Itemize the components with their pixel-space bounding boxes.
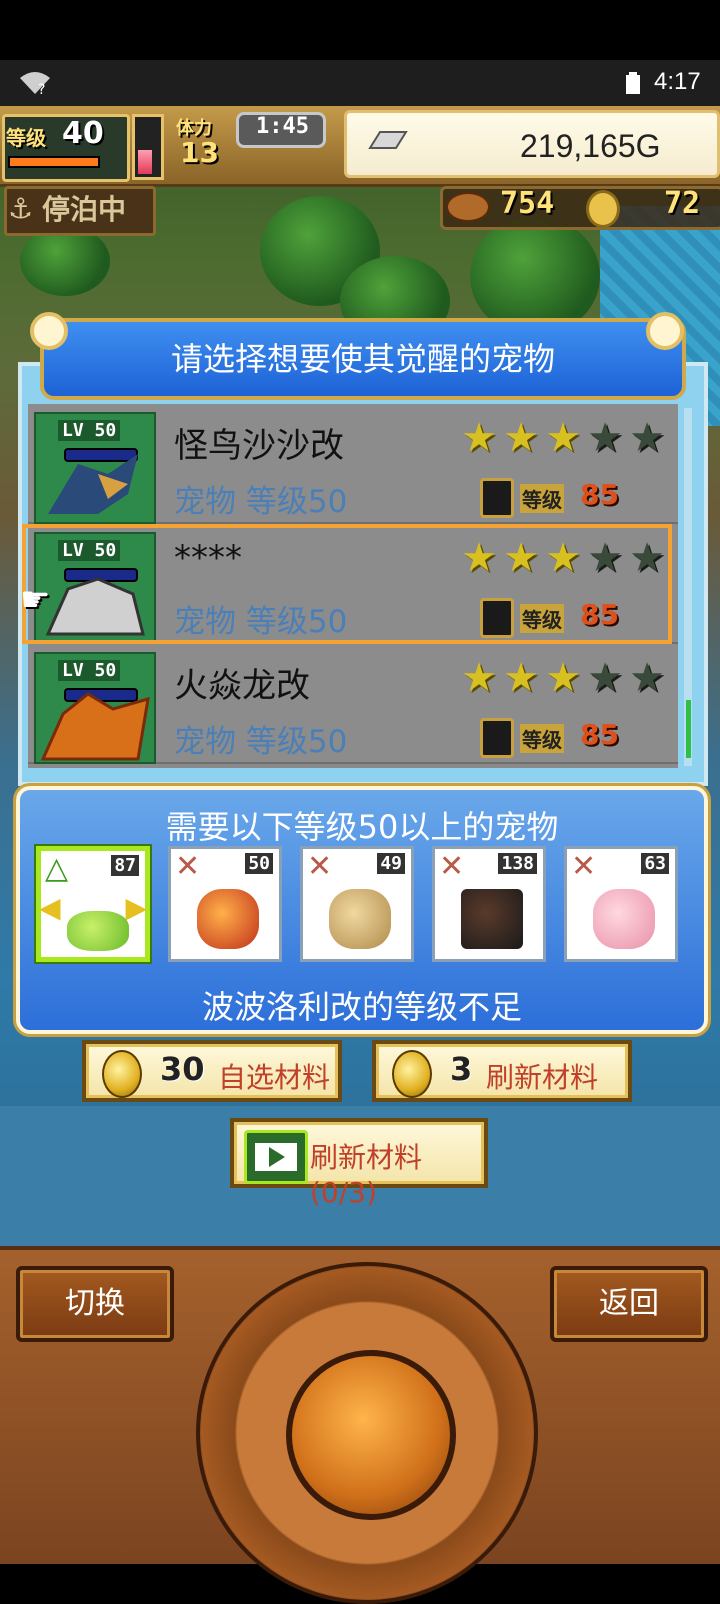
cross-icon: ✕ [307, 849, 333, 884]
pet-thumbnail: LV 50 [34, 412, 156, 524]
star-empty-icon: ★ [587, 415, 623, 461]
refresh-material-button[interactable]: 3 刷新材料 [372, 1040, 632, 1102]
material-slot[interactable]: ✕ 49 [300, 846, 414, 962]
switch-label: 切换 [65, 1286, 125, 1321]
choose-cost: 30 [160, 1050, 205, 1088]
battery-icon [626, 72, 640, 94]
silver-bar-icon [368, 131, 408, 149]
level-value: 40 [62, 116, 104, 151]
timer-value: 1:45 [256, 114, 309, 139]
wifi-question-icon: ? [20, 72, 50, 96]
medal-icon [586, 190, 620, 228]
cross-icon: ✕ [439, 849, 465, 884]
star-filled-icon: ★ [503, 655, 539, 701]
cross-icon: ✕ [571, 849, 597, 884]
material-level: 138 [498, 853, 537, 874]
pet-rarity-stars: ★ ★ ★ ★ ★ [458, 418, 672, 458]
lock-icon [480, 718, 514, 758]
choose-material-button[interactable]: 30 自选材料 [82, 1040, 342, 1102]
slime-sprite [67, 911, 129, 951]
exp-bar [8, 156, 100, 168]
video-play-icon [244, 1130, 308, 1184]
star-filled-icon: ★ [461, 655, 497, 701]
lock-level-label: 等级 [520, 724, 564, 753]
pet-rarity-stars: ★ ★ ★ ★ ★ [458, 658, 672, 698]
medal-value: 72 [664, 186, 701, 221]
material-level: 50 [245, 853, 273, 874]
warning-triangle-icon: △ [45, 851, 69, 886]
scrollbar-thumb[interactable] [686, 700, 691, 758]
watch-video-refresh-button[interactable]: 刷新材料(0/3) [230, 1118, 488, 1209]
switch-button[interactable]: 切换 [16, 1266, 174, 1342]
material-slot[interactable]: ✕ 50 [168, 846, 282, 962]
pet-row[interactable]: LV 50 怪鸟沙沙改 宠物 等级50 ★ ★ ★ ★ ★ 等级 85 [28, 404, 678, 524]
energy-gauge [132, 114, 164, 180]
coin-icon [102, 1050, 142, 1098]
dragon-pet-sprite [40, 692, 150, 761]
bird-pet-sprite [48, 454, 138, 514]
material-level: 87 [111, 855, 139, 876]
star-filled-icon: ★ [545, 655, 581, 701]
pet-level-tag: LV 50 [58, 660, 121, 681]
pet-level-tag: LV 50 [58, 420, 121, 441]
star-filled-icon: ★ [503, 415, 539, 461]
status-bar: ? 4:17 [0, 60, 720, 106]
selection-highlight [22, 524, 672, 644]
pet-subtitle: 宠物 等级50 [174, 484, 348, 520]
back-label: 返回 [599, 1286, 659, 1321]
star-filled-icon: ★ [545, 415, 581, 461]
lock-requirement: 等级 85 [480, 478, 660, 518]
food-value: 754 [500, 186, 555, 221]
material-level: 49 [377, 853, 405, 874]
lock-requirement: 等级 85 [480, 718, 660, 758]
axolotl-sprite [593, 889, 655, 949]
cross-icon: ✕ [175, 849, 201, 884]
back-button[interactable]: 返回 [550, 1266, 708, 1342]
ship-wheel-center-button[interactable] [286, 1350, 456, 1520]
lock-level-value: 85 [580, 718, 619, 751]
anchor-icon: ⚓ [8, 192, 34, 225]
level-label: 等级 [6, 126, 46, 150]
material-slot[interactable]: ✕ 138 [432, 846, 546, 962]
pet-subtitle: 宠物 等级50 [174, 724, 348, 760]
requirement-warning: 波波洛利改的等级不足 [201, 988, 522, 1026]
gold-value: 219,165G [520, 128, 661, 164]
mimic-chest-sprite [461, 889, 523, 949]
pointer-hand-icon: ☛ [20, 580, 51, 620]
pet-name: 火焱龙改 [174, 666, 310, 706]
material-slot[interactable]: ✕ 63 [564, 846, 678, 962]
lock-level-value: 85 [580, 478, 619, 511]
clock: 4:17 [654, 68, 701, 95]
video-refresh-label: 刷新材料(0/3) [310, 1141, 423, 1209]
arrow-right-icon[interactable]: ▶ [125, 891, 147, 924]
material-level: 63 [641, 853, 669, 874]
coin-icon [392, 1050, 432, 1098]
star-empty-icon: ★ [629, 415, 665, 461]
refresh-label: 刷新材料 [486, 1061, 599, 1094]
lock-icon [480, 478, 514, 518]
phoenix-sprite [197, 889, 259, 949]
lock-level-label: 等级 [520, 484, 564, 513]
tree-stump-sprite [329, 889, 391, 949]
svg-text:?: ? [38, 82, 45, 96]
star-empty-icon: ★ [629, 655, 665, 701]
requirement-title: 需要以下等级50以上的宠物 [165, 808, 559, 846]
pet-name: 怪鸟沙沙改 [174, 426, 344, 466]
material-slot-selected[interactable]: △ 87 ◀ ▶ [36, 846, 150, 962]
choose-label: 自选材料 [218, 1061, 331, 1094]
dialog-title: 请选择想要使其觉醒的宠物 [170, 340, 555, 378]
star-empty-icon: ★ [587, 655, 623, 701]
star-filled-icon: ★ [461, 415, 497, 461]
anchor-status-label: 停泊中 [42, 193, 127, 226]
pet-row[interactable]: LV 50 火焱龙改 宠物 等级50 ★ ★ ★ ★ ★ 等级 85 [28, 644, 678, 764]
refresh-cost: 3 [450, 1050, 473, 1088]
stamina-value: 13 [180, 136, 219, 169]
pet-thumbnail: LV 50 [34, 652, 156, 764]
meat-icon [446, 192, 490, 222]
arrow-left-icon[interactable]: ◀ [39, 891, 61, 924]
